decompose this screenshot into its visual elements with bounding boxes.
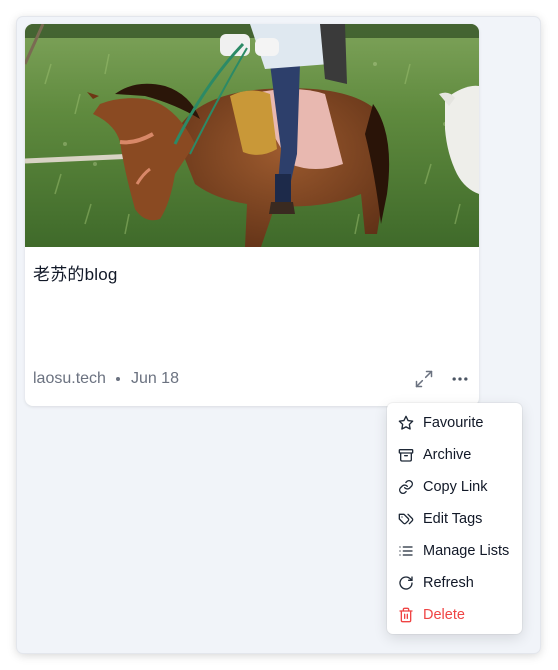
menu-item-delete[interactable]: Delete bbox=[387, 599, 522, 631]
bookmark-domain[interactable]: laosu.tech bbox=[33, 370, 106, 388]
menu-item-label: Favourite bbox=[423, 415, 484, 431]
list-icon bbox=[398, 543, 414, 559]
menu-item-label: Copy Link bbox=[423, 479, 488, 495]
menu-item-label: Archive bbox=[423, 447, 472, 463]
link-icon bbox=[398, 479, 414, 495]
card-footer: laosu.tech Jun 18 bbox=[33, 367, 471, 391]
bookmark-options-menu: Favourite Archive Copy Link Edit Tags Ma… bbox=[387, 403, 522, 634]
bookmark-image[interactable] bbox=[25, 24, 479, 247]
menu-item-edit-tags[interactable]: Edit Tags bbox=[387, 503, 522, 535]
expand-button[interactable] bbox=[413, 368, 435, 390]
more-horizontal-icon bbox=[452, 377, 468, 381]
horse-photo bbox=[25, 24, 479, 247]
bookmark-card[interactable]: 老苏的blog laosu.tech Jun 18 bbox=[25, 24, 479, 406]
card-actions bbox=[413, 368, 471, 390]
bookmark-date: Jun 18 bbox=[130, 370, 179, 387]
menu-item-label: Refresh bbox=[423, 575, 474, 591]
separator-dot bbox=[115, 377, 120, 381]
trash-icon bbox=[398, 607, 414, 623]
tags-icon bbox=[398, 511, 414, 527]
bookmark-meta: laosu.tech Jun 18 bbox=[33, 370, 179, 388]
expand-icon bbox=[415, 370, 433, 388]
bookmark-title[interactable]: 老苏的blog bbox=[33, 260, 118, 285]
menu-item-label: Edit Tags bbox=[423, 511, 483, 527]
menu-item-label: Delete bbox=[423, 607, 465, 623]
menu-item-archive[interactable]: Archive bbox=[387, 439, 522, 471]
refresh-icon bbox=[398, 575, 414, 591]
menu-item-copy-link[interactable]: Copy Link bbox=[387, 471, 522, 503]
archive-icon bbox=[398, 447, 414, 463]
menu-item-refresh[interactable]: Refresh bbox=[387, 567, 522, 599]
app-window: 老苏的blog laosu.tech Jun 18 Favourite Arch… bbox=[17, 17, 540, 653]
menu-item-manage-lists[interactable]: Manage Lists bbox=[387, 535, 522, 567]
star-icon bbox=[398, 415, 414, 431]
menu-item-label: Manage Lists bbox=[423, 543, 510, 559]
menu-item-favourite[interactable]: Favourite bbox=[387, 407, 522, 439]
more-options-button[interactable] bbox=[449, 368, 471, 390]
